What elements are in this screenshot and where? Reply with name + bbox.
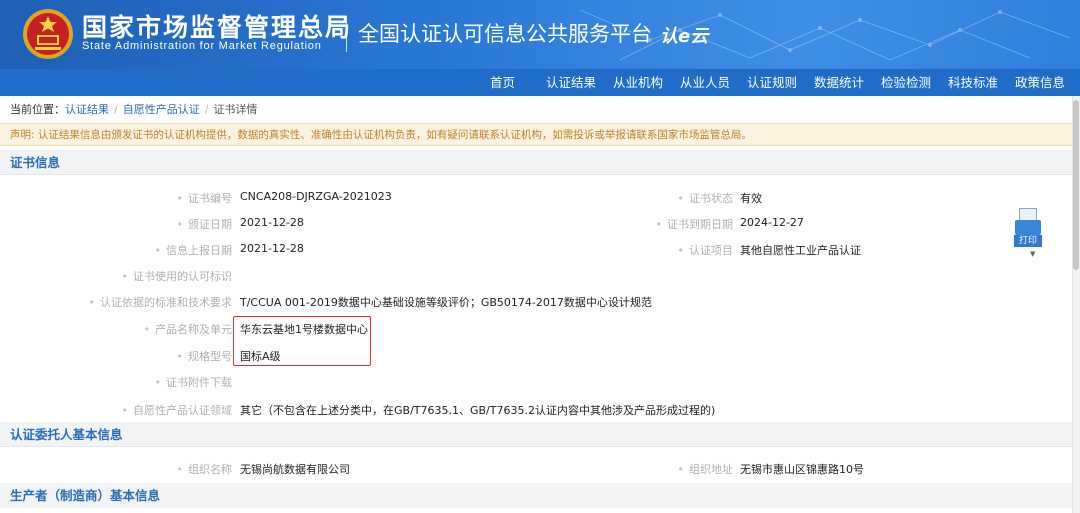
- attachment-download-label[interactable]: • 证书附件下载: [100, 374, 233, 390]
- platform-title: 全国认证认可信息公共服务平台: [358, 22, 652, 46]
- report-date-label: • 信息上报日期: [154, 244, 233, 257]
- issue-date-value: 2021-12-28: [240, 216, 304, 229]
- org-address-label: • 组织地址: [677, 463, 734, 476]
- section-title-cert-info: 证书信息: [0, 150, 1072, 175]
- highlight-annotation: [233, 316, 371, 366]
- nav-item-institutions[interactable]: 从业机构: [613, 69, 663, 96]
- org-name-value: 无锡尚航数据有限公司: [240, 463, 350, 476]
- section-title-manufacturer-info: 生产者（制造商）基本信息: [0, 483, 1072, 508]
- scrollbar-thumb[interactable]: [1073, 100, 1079, 270]
- nav-item-home[interactable]: 首页: [490, 69, 515, 96]
- nav-item-cert-rules[interactable]: 认证规则: [747, 69, 797, 96]
- org-address-value: 无锡市惠山区锦惠路10号: [740, 463, 864, 476]
- cert-status-label: • 证书状态: [677, 192, 734, 205]
- national-emblem-icon: [23, 9, 73, 59]
- model-label: • 规格型号: [176, 350, 233, 363]
- nav-item-inspection[interactable]: 检验检测: [881, 69, 931, 96]
- platform-logo: 认e云: [660, 26, 709, 47]
- project-value: 其他自愿性工业产品认证: [740, 244, 861, 257]
- issue-date-label: • 颁证日期: [176, 218, 233, 231]
- product-label: • 产品名称及单元: [143, 323, 233, 336]
- breadcrumb: 当前位置：认证结果 / 自愿性产品认证 / 证书详情: [10, 101, 257, 117]
- expire-date-label: • 证书到期日期: [655, 218, 734, 231]
- header-divider: [346, 16, 347, 52]
- breadcrumb-voluntary-cert[interactable]: 自愿性产品认证: [123, 103, 200, 116]
- brand-title-en: State Administration for Market Regulati…: [82, 40, 322, 52]
- breadcrumb-cert-results[interactable]: 认证结果: [65, 103, 109, 116]
- site-header: 国家市场监督管理总局 State Administration for Mark…: [0, 0, 1080, 69]
- main-nav: 首页 认证结果 从业机构 从业人员 认证规则 数据统计 检验检测 科技标准 政策…: [0, 69, 1080, 96]
- org-name-label: • 组织名称: [176, 463, 233, 476]
- nav-item-policy[interactable]: 政策信息: [1015, 69, 1065, 96]
- cert-no-value: CNCA208-DJRZGA-2021023: [240, 190, 392, 203]
- chevron-down-icon: ▼: [1030, 250, 1036, 258]
- printer-body: [1015, 220, 1041, 235]
- print-button[interactable]: 打印: [1014, 206, 1042, 248]
- print-label: 打印: [1014, 235, 1042, 247]
- project-label: • 认证项目: [677, 244, 734, 257]
- standard-value: T/CCUA 001-2019数据中心基础设施等级评价；GB50174-2017…: [240, 296, 652, 309]
- breadcrumb-separator: /: [114, 103, 118, 116]
- brand-title-cn: 国家市场监督管理总局: [82, 13, 353, 42]
- standard-label: • 认证依据的标准和技术要求: [88, 296, 233, 309]
- nav-item-statistics[interactable]: 数据统计: [814, 69, 864, 96]
- nav-item-practitioners[interactable]: 从业人员: [680, 69, 730, 96]
- disclaimer-notice: 声明: 认证结果信息由颁发证书的认证机构提供，数据的真实性、准确性由认证机构负责…: [0, 123, 1072, 146]
- breadcrumb-current: 证书详情: [213, 103, 258, 116]
- section-title-client-info: 认证委托人基本信息: [0, 422, 1072, 447]
- accreditation-mark-label: • 证书使用的认可标识: [121, 270, 233, 283]
- cert-no-label: • 证书编号: [176, 192, 233, 205]
- cert-domain-value: 其它（不包含在上述分类中，在GB/T7635.1、GB/T7635.2认证内容中…: [240, 404, 716, 417]
- nav-item-tech-standards[interactable]: 科技标准: [948, 69, 998, 96]
- expire-date-value: 2024-12-27: [740, 216, 804, 229]
- report-date-value: 2021-12-28: [240, 242, 304, 255]
- cert-domain-label: • 自愿性产品认证领域: [121, 404, 233, 417]
- nav-item-cert-results[interactable]: 认证结果: [546, 69, 596, 96]
- breadcrumb-prefix: 当前位置：: [10, 103, 65, 116]
- breadcrumb-separator: /: [204, 103, 209, 116]
- cert-status-value: 有效: [740, 192, 762, 205]
